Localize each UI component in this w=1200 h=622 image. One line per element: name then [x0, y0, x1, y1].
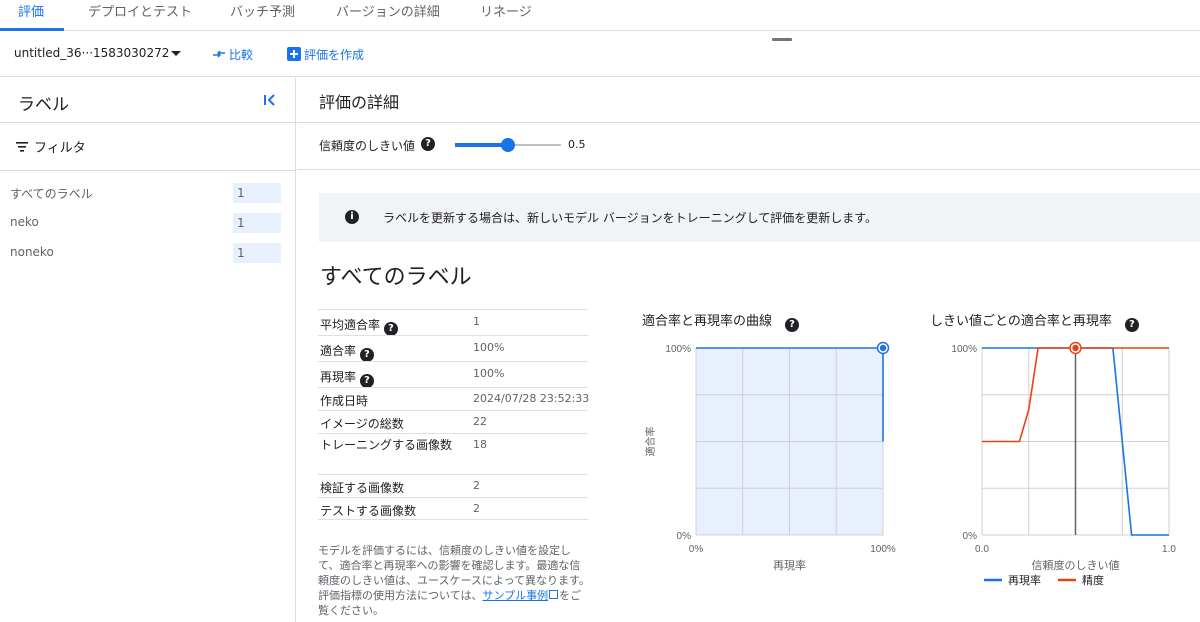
pr-y-tick-label: 0% — [677, 531, 692, 542]
thr-x-tick-label: 0.0 — [975, 544, 989, 555]
pr-x-tick-label: 0% — [689, 544, 704, 555]
pr-y-axis-label: 適合率 — [644, 427, 657, 457]
thr-x-axis-label: 信頼度のしきい値 — [1032, 558, 1120, 572]
thr-y-tick-label: 0% — [963, 531, 978, 542]
charts-canvas: 100%0%0% 100%再現率適合率100%0%0.0 1.0信頼度のしきい値再現… — [644, 341, 1176, 587]
pr-marker-dot — [879, 344, 887, 352]
pr-x-axis-label: 再現率 — [773, 558, 806, 572]
legend-label-1: 精度 — [1082, 573, 1104, 587]
thr-marker-dot — [1072, 344, 1079, 352]
legend-label-0: 再現率 — [1008, 573, 1041, 587]
thr-x-tick-label: 1.0 — [1162, 544, 1176, 555]
pr-y-tick-label: 100% — [665, 344, 691, 355]
thr-y-tick-label: 100% — [951, 344, 977, 355]
pr-x-tick-label: 100% — [870, 544, 896, 555]
